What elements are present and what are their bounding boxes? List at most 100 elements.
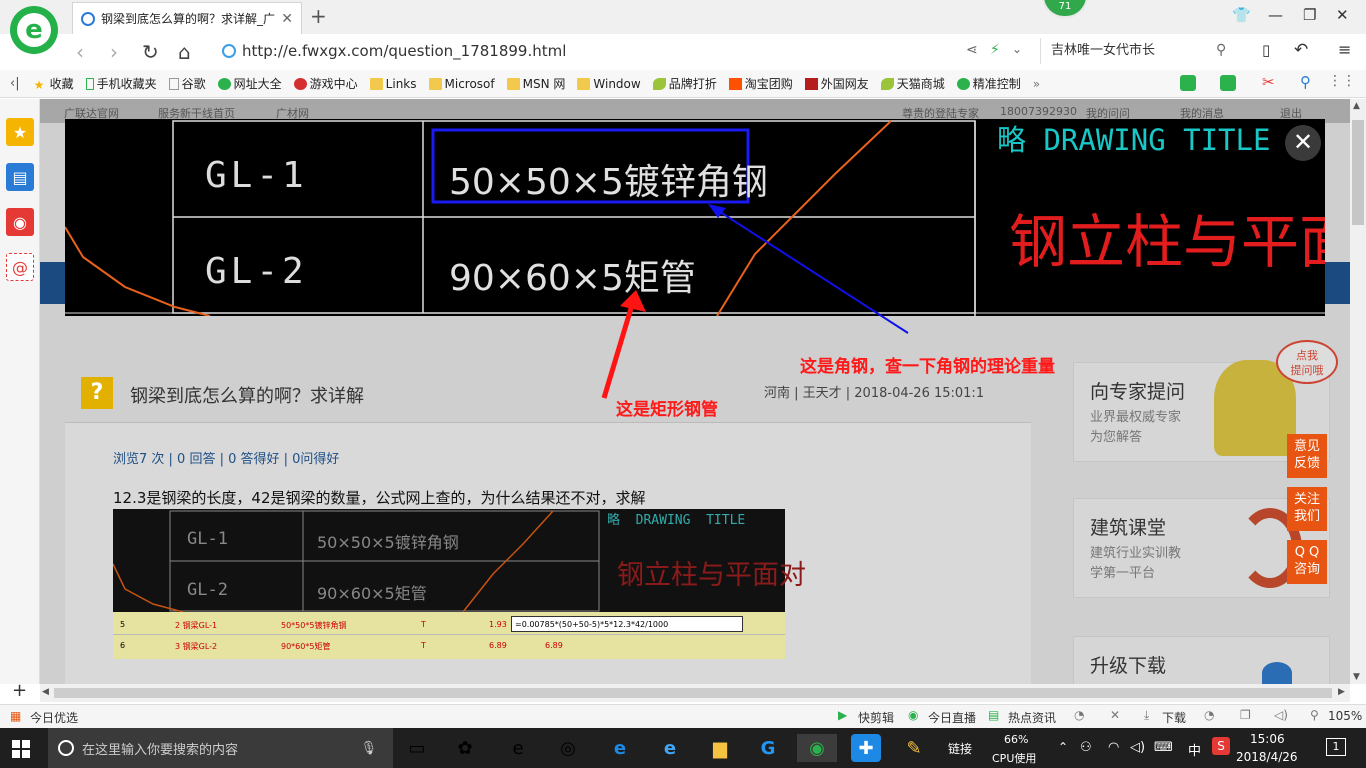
ie-app-icon[interactable]: e	[503, 734, 533, 762]
bookmark-item[interactable]: Links	[369, 77, 417, 91]
back-button[interactable]: ‹	[76, 40, 84, 64]
bookmark-item[interactable]: 谷歌	[168, 75, 206, 92]
search-tool-icon[interactable]: ⚲	[1300, 73, 1311, 91]
edge-icon[interactable]: e	[605, 734, 635, 762]
task-view-icon[interactable]: ▭	[402, 734, 432, 762]
ime-indicator[interactable]: 中	[1188, 740, 1201, 759]
bookmark-item[interactable]: 手机收藏夹	[85, 75, 157, 92]
forward-button[interactable]: ›	[110, 40, 118, 64]
lightning-icon[interactable]: ⚡	[990, 42, 1000, 58]
skin-icon[interactable]: 👕	[1232, 6, 1251, 24]
bookmark-item[interactable]: ★ 收藏	[34, 75, 74, 92]
close-window-button[interactable]: ✕	[1336, 6, 1349, 24]
bookmark-item[interactable]: 精准控制	[956, 75, 1021, 92]
minimize-button[interactable]: —	[1268, 6, 1283, 24]
people-icon[interactable]: ⚇	[1080, 740, 1092, 755]
sogou-ime-icon[interactable]: S	[1212, 737, 1230, 755]
internet-explorer-icon[interactable]: e	[655, 734, 685, 762]
viewer-row1-value: 50×50×5镀锌角钢	[449, 162, 768, 203]
swirl-app-icon[interactable]: ◎	[553, 734, 583, 762]
url-text[interactable]: http://e.fwxgx.com/question_1781899.html	[242, 42, 566, 60]
mascot-bubble[interactable]: 点我 提问哦	[1276, 340, 1338, 384]
action-center-icon[interactable]: 1	[1326, 738, 1346, 756]
browser-tab[interactable]: 钢梁到底怎么算的啊？求详解_广 ✕	[72, 2, 302, 34]
bookmark-item[interactable]: 游戏中心	[293, 75, 358, 92]
status-item[interactable]: 今日直播	[928, 709, 976, 726]
clock-time[interactable]: 15:06	[1250, 732, 1285, 746]
show-hidden-icons[interactable]: ⌃	[1058, 740, 1068, 754]
taskbar-search[interactable]: 在这里输入你要搜索的内容 🎙	[48, 728, 393, 768]
volume-icon[interactable]: ◁)	[1274, 708, 1288, 722]
scroll-down-icon[interactable]: ▼	[1353, 672, 1360, 682]
reader-icon[interactable]: ▤	[6, 163, 34, 191]
horizontal-scroll-thumb[interactable]	[54, 688, 1332, 698]
notes-app-icon[interactable]: ✎	[899, 734, 929, 762]
status-item[interactable]: 热点资讯	[1008, 709, 1056, 726]
url-bar[interactable]: http://e.fwxgx.com/question_1781899.html	[222, 38, 1032, 64]
bookmark-item[interactable]: 外国网友	[804, 75, 869, 92]
remote-app-icon[interactable]: ✚	[851, 734, 881, 762]
scroll-left-icon[interactable]: ◀	[42, 687, 49, 697]
undo-icon[interactable]: ↶	[1294, 40, 1308, 60]
bookmarks-more-icon[interactable]: »	[1033, 77, 1040, 91]
bookmark-item[interactable]: Window	[577, 77, 641, 91]
scroll-right-icon[interactable]: ▶	[1338, 687, 1345, 697]
close-viewer-button[interactable]: ✕	[1285, 125, 1321, 161]
g-app-icon[interactable]: G	[753, 734, 783, 762]
favorites-icon[interactable]: ★	[6, 118, 34, 146]
shield-icon[interactable]	[1180, 75, 1196, 91]
today-picks-link[interactable]: 今日优选	[30, 709, 78, 726]
volume-tray-icon[interactable]: ◁)	[1130, 740, 1145, 755]
follow-us-button[interactable]: 关注 我们	[1287, 487, 1327, 531]
add-sidebar-icon[interactable]: +	[12, 680, 27, 701]
tab-close-icon[interactable]: ✕	[281, 11, 293, 27]
chevron-down-icon[interactable]: ⌄	[1012, 42, 1022, 56]
weibo-icon[interactable]: ◉	[6, 208, 34, 236]
search-icon[interactable]: ⚲	[1216, 42, 1226, 58]
share-icon[interactable]: ⋖	[966, 42, 978, 58]
bookmark-item[interactable]: Microsof	[428, 77, 495, 91]
scroll-up-icon[interactable]: ▲	[1353, 101, 1360, 111]
scissors-icon[interactable]: ✂	[1262, 73, 1275, 91]
search-input[interactable]: 吉林唯一女代市长	[1040, 38, 1240, 64]
pin-icon[interactable]: ✕	[1110, 708, 1120, 722]
360-browser-icon[interactable]: ◉	[797, 734, 837, 762]
new-tab-button[interactable]: +	[310, 4, 327, 28]
clock-date[interactable]: 2018/4/26	[1236, 750, 1298, 764]
status-item[interactable]: 下载	[1162, 709, 1186, 726]
home-button[interactable]: ⌂	[178, 40, 191, 64]
microphone-icon[interactable]: 🎙	[360, 741, 377, 756]
mail-icon[interactable]: @	[6, 253, 34, 281]
question-stats[interactable]: 浏览7 次 | 0 回答 | 0 答得好 | 0问得好	[113, 448, 339, 467]
menu-icon[interactable]: ≡	[1338, 40, 1351, 59]
status-item[interactable]: 快剪辑	[858, 709, 894, 726]
qq-consult-button[interactable]: Q Q 咨询	[1287, 540, 1327, 584]
pinwheel-app-icon[interactable]: ✿	[450, 734, 480, 762]
window-icon[interactable]: ❐	[1240, 708, 1251, 722]
bookmark-item[interactable]: 网址大全	[217, 75, 282, 92]
top-link[interactable]: 18007392930	[1000, 105, 1077, 118]
wifi-icon[interactable]: ◠	[1108, 740, 1119, 755]
file-explorer-icon[interactable]: ▆	[705, 734, 735, 762]
maximize-button[interactable]: ❐	[1303, 6, 1316, 24]
mobile-icon[interactable]: ▯	[1262, 41, 1270, 59]
back-to-top-icon[interactable]	[1262, 662, 1292, 684]
more-tools-icon[interactable]: ⋮⋮	[1328, 73, 1356, 89]
bookmarks-collapse-icon[interactable]: ‹|	[10, 76, 20, 91]
speed-test-icon[interactable]: ◔	[1204, 708, 1214, 722]
add-extension-icon[interactable]	[1220, 75, 1236, 91]
windows-start-icon[interactable]	[12, 740, 30, 758]
vertical-scroll-thumb[interactable]	[1352, 120, 1364, 225]
browser-logo-icon[interactable]: e	[10, 6, 58, 54]
speed-icon[interactable]: ◔	[1074, 708, 1084, 722]
links-toolbar[interactable]: 链接	[948, 740, 972, 757]
cpu-percent: 66%	[1004, 733, 1029, 746]
zoom-level[interactable]: 105%	[1328, 709, 1362, 723]
bookmark-item[interactable]: MSN 网	[506, 75, 565, 92]
reload-button[interactable]: ↻	[142, 40, 159, 64]
bookmark-item[interactable]: 淘宝团购	[728, 75, 793, 92]
bookmark-item[interactable]: 天猫商城	[880, 75, 945, 92]
feedback-button[interactable]: 意见 反馈	[1287, 434, 1327, 478]
bookmark-item[interactable]: 品牌打折	[652, 75, 717, 92]
keyboard-icon[interactable]: ⌨	[1154, 740, 1173, 755]
